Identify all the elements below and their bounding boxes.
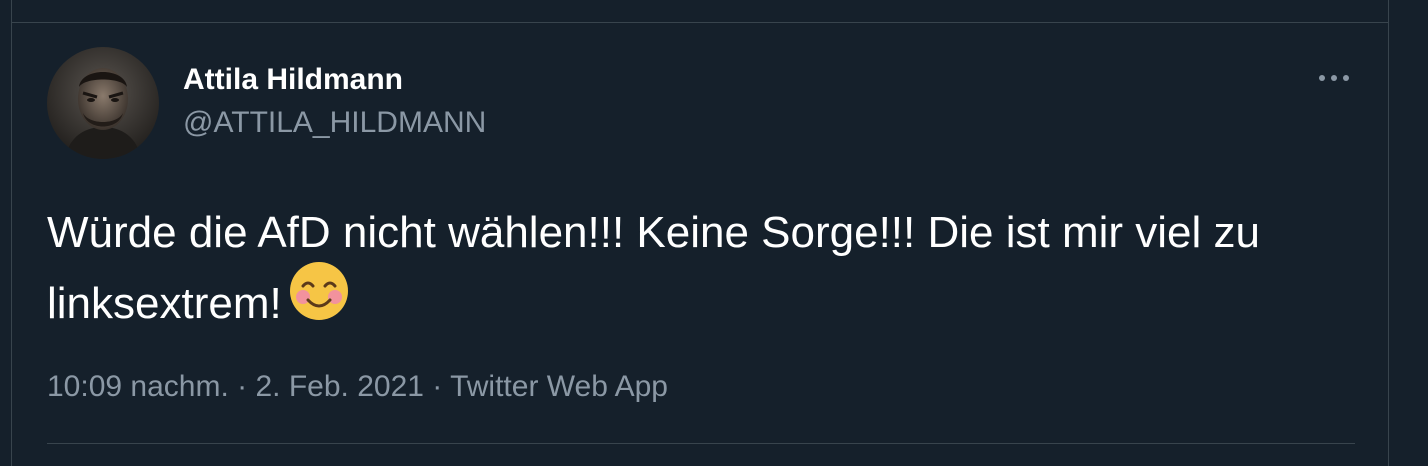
tweet-meta: 10:09 nachm. · 2. Feb. 2021 · Twitter We…: [47, 367, 668, 407]
tweet-text: Würde die AfD nicht wählen!!! Keine Sorg…: [47, 208, 1260, 329]
meta-separator: ·: [237, 370, 248, 403]
author-handle[interactable]: @ATTILA_HILDMANN: [183, 105, 486, 141]
bottom-divider: [47, 443, 1355, 444]
meta-separator: ·: [432, 370, 443, 403]
tweet-body: Würde die AfD nicht wählen!!! Keine Sorg…: [47, 200, 1347, 347]
tweet-date-link[interactable]: 2. Feb. 2021: [255, 370, 423, 403]
tweet-source-link[interactable]: Twitter Web App: [450, 370, 668, 403]
tweet-time-link[interactable]: 10:09 nachm.: [47, 370, 229, 403]
more-options-icon[interactable]: [1312, 62, 1356, 94]
smiling-face-emoji-icon: [288, 260, 350, 341]
top-divider: [12, 22, 1388, 23]
avatar[interactable]: [47, 47, 159, 159]
author-name[interactable]: Attila Hildmann: [183, 62, 403, 98]
